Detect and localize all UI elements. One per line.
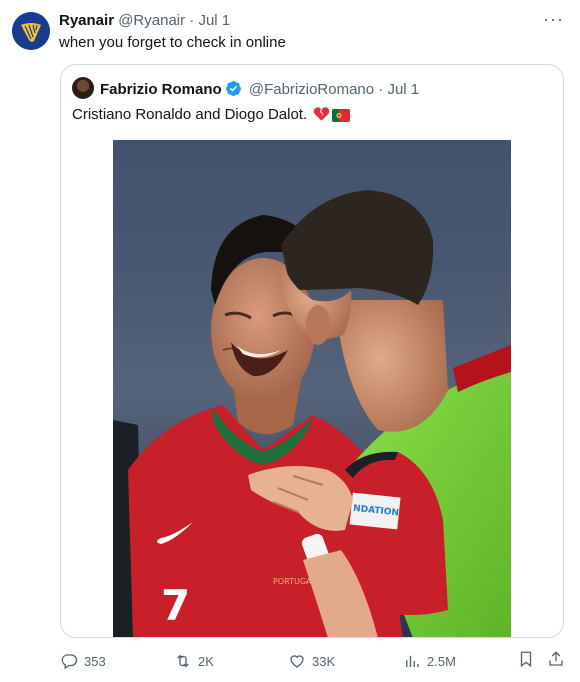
reply-button[interactable]: 353 — [60, 650, 106, 672]
quoted-author-name[interactable]: Fabrizio Romano — [100, 81, 222, 98]
shirt-number: 7 — [161, 581, 190, 630]
author-name[interactable]: Ryanair — [59, 12, 114, 29]
reply-count: 353 — [84, 653, 106, 669]
tweet-header: Ryanair @Ryanair · Jul 1 — [59, 12, 230, 30]
quoted-author-avatar[interactable] — [72, 77, 94, 99]
repost-count: 2K — [198, 653, 214, 669]
author-handle[interactable]: @Ryanair — [118, 12, 185, 29]
share-button[interactable] — [547, 650, 565, 673]
photo-illustration: 7 PORTUGAL NDATION — [113, 140, 511, 637]
bookmark-icon — [520, 651, 532, 668]
tweet-text: when you forget to check in online — [59, 34, 286, 51]
quoted-date-separator: · — [378, 81, 384, 98]
repost-icon — [177, 654, 189, 668]
tweet-action-bar: 353 2K 33K 2.5M — [0, 648, 580, 674]
date-separator: · — [189, 12, 195, 29]
quoted-tweet-header: Fabrizio Romano @FabrizioRomano · Jul 1 — [100, 80, 419, 102]
share-icon — [549, 651, 563, 666]
quoted-tweet[interactable]: Fabrizio Romano @FabrizioRomano · Jul 1 … — [60, 64, 564, 638]
views-count: 2.5M — [427, 653, 456, 669]
broken-heart-icon — [313, 106, 330, 127]
bookmark-button[interactable] — [517, 650, 535, 673]
quoted-author-handle[interactable]: @FabrizioRomano — [249, 81, 374, 98]
views-button[interactable]: 2.5M — [403, 650, 456, 672]
heart-icon — [290, 655, 304, 668]
like-count: 33K — [312, 653, 336, 669]
reply-icon — [61, 654, 78, 670]
verified-badge-icon — [225, 80, 242, 102]
tweet-photo[interactable]: 7 PORTUGAL NDATION — [113, 140, 511, 637]
like-button[interactable]: 33K — [288, 650, 335, 672]
quoted-tweet-text: Cristiano Ronaldo and Diogo Dalot. — [72, 106, 351, 127]
ryanair-harp-logo-icon — [12, 12, 50, 50]
quoted-tweet-date[interactable]: Jul 1 — [387, 81, 419, 98]
portugal-flag-icon — [332, 109, 351, 127]
tweet-date[interactable]: Jul 1 — [198, 12, 230, 29]
repost-button[interactable]: 2K — [174, 650, 214, 672]
ryanair-avatar[interactable] — [12, 12, 50, 50]
more-options-icon[interactable]: ··· — [543, 9, 564, 30]
views-chart-icon — [406, 655, 419, 667]
quoted-tweet-body: Cristiano Ronaldo and Diogo Dalot. — [72, 106, 308, 123]
